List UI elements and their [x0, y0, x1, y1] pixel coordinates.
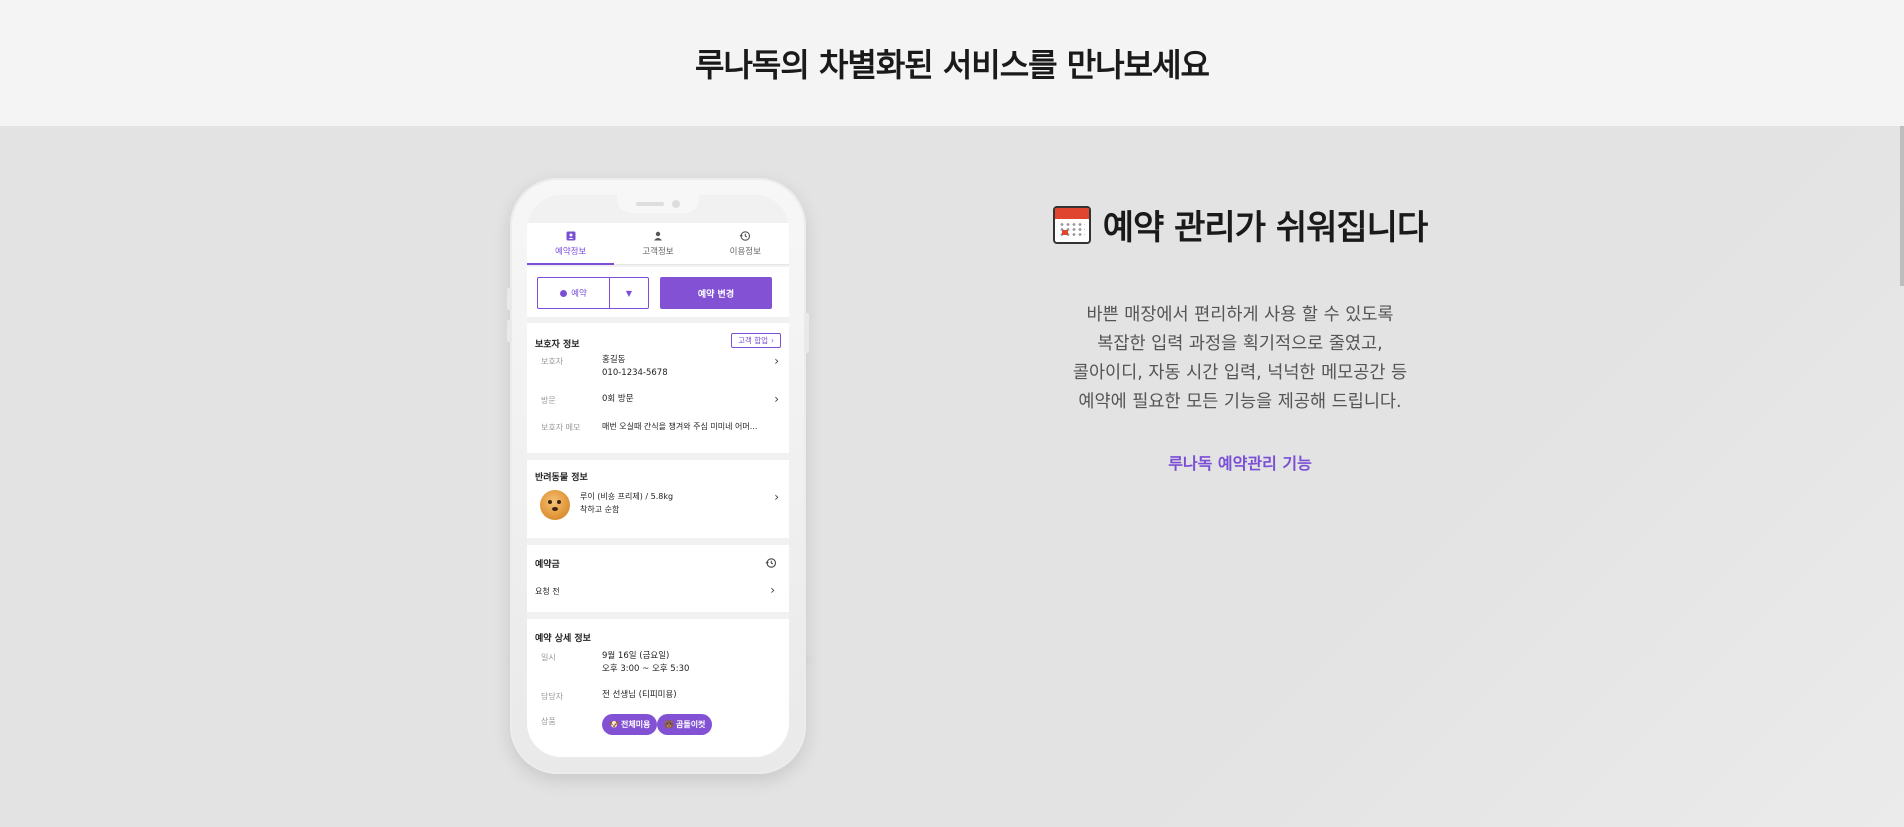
product-pill[interactable]: 🐻 곰돌이컷	[657, 714, 713, 735]
datetime-label: 일시	[541, 653, 556, 662]
detail-card: 예약 상세 정보 일시 9월 16일 (금요일) 오후 3:00 ~ 오후 5:…	[527, 619, 789, 757]
phone-side-button	[507, 320, 512, 342]
guardian-title: 보호자 정보	[535, 340, 580, 350]
pet-avatar	[540, 490, 570, 520]
deposit-status: 요청 전	[535, 587, 560, 596]
detail-title: 예약 상세 정보	[535, 634, 591, 644]
guardian-card: 보호자 정보 고객 합업 › 보호자 홍길동 010-1234-5678 › 방…	[527, 323, 789, 453]
phone-side-button	[507, 288, 512, 310]
tab-reservation-info[interactable]: 예약정보	[527, 223, 615, 265]
chevron-right-icon[interactable]: ›	[774, 392, 779, 406]
bear-icon: 🐻	[664, 720, 674, 729]
status-select[interactable]: 예약 ▼	[537, 277, 649, 309]
guardian-phone: 010-1234-5678	[602, 368, 668, 378]
chevron-right-icon[interactable]: ›	[774, 354, 779, 368]
pill-label: 전체미용	[620, 720, 651, 729]
guardian-label: 보호자	[541, 357, 564, 366]
feature-heading: 예약 관리가 쉬워집니다	[940, 200, 1540, 249]
chevron-right-icon: ›	[771, 336, 774, 345]
section-header: 루나독의 차별화된 서비스를 만나보세요	[0, 0, 1904, 126]
feature-description: 바쁜 매장에서 편리하게 사용 할 수 있도록 복잡한 입력 과정을 획기적으로…	[940, 301, 1540, 417]
phone-notch	[617, 195, 699, 213]
phone-mockup: 예약정보 고객정보 이용정보 예약 ▼ 예약 변경 보호자 정보 고객 합업 ›…	[507, 178, 809, 774]
status-label: 예약	[571, 289, 587, 299]
speaker	[636, 202, 664, 206]
dropdown-arrow-icon[interactable]: ▼	[610, 278, 648, 308]
person-icon	[653, 231, 662, 241]
desc-line: 예약에 필요한 모든 기능을 제공해 드립니다.	[1078, 392, 1402, 412]
feature-block: 예약 관리가 쉬워집니다 바쁜 매장에서 편리하게 사용 할 수 있도록 복잡한…	[940, 200, 1540, 474]
pet-card: 반려동물 정보 루이 (비숑 프리제) / 5.8kg 착하고 순함 ›	[527, 460, 789, 538]
pill-label: 곰돌이컷	[675, 720, 706, 729]
time-value: 오후 3:00 ~ 오후 5:30	[602, 664, 690, 674]
phone-side-button	[804, 313, 809, 353]
date-value: 9월 16일 (금요일)	[602, 651, 670, 661]
product-label: 상품	[541, 717, 556, 726]
reservation-tabs: 예약정보 고객정보 이용정보	[527, 223, 789, 265]
visit-label: 방문	[541, 396, 556, 405]
desc-line: 바쁜 매장에서 편리하게 사용 할 수 있도록	[1086, 305, 1394, 325]
change-reservation-button[interactable]: 예약 변경	[660, 277, 772, 309]
tab-label: 예약정보	[555, 247, 587, 257]
merge-button-label: 고객 합업	[738, 336, 768, 345]
desc-line: 콜아이디, 자동 시간 입력, 넉넉한 메모공간 등	[1072, 363, 1408, 383]
status-value: 예약	[538, 278, 610, 308]
camera	[672, 200, 680, 208]
merge-customer-button[interactable]: 고객 합업 ›	[731, 333, 781, 348]
action-bar: 예약 ▼ 예약 변경	[527, 267, 789, 317]
scrollbar[interactable]	[1900, 126, 1904, 286]
tab-usage-info[interactable]: 이용정보	[702, 223, 789, 264]
staff-label: 담당자	[541, 692, 564, 701]
deposit-title: 예약금	[535, 560, 560, 570]
section-title: 루나독의 차별화된 서비스를 만나보세요	[695, 46, 1210, 84]
tab-customer-info[interactable]: 고객정보	[614, 223, 701, 264]
calendar-icon	[1052, 205, 1091, 244]
chevron-right-icon[interactable]: ›	[774, 490, 779, 504]
guardian-name: 홍길동	[602, 355, 626, 365]
phone-screen: 예약정보 고객정보 이용정보 예약 ▼ 예약 변경 보호자 정보 고객 합업 ›…	[527, 195, 789, 757]
calendar-person-icon	[566, 231, 576, 241]
tab-label: 고객정보	[642, 247, 674, 257]
feature-link[interactable]: 루나독 예약관리 기능	[1168, 450, 1312, 474]
chevron-right-icon[interactable]: ›	[770, 583, 775, 597]
memo-label: 보호자 메모	[541, 423, 581, 432]
tab-label: 이용정보	[729, 247, 761, 257]
pet-title: 반려동물 정보	[535, 473, 588, 483]
dog-icon: 🐶	[609, 720, 619, 729]
staff-value: 전 선생님 (티피미용)	[602, 690, 677, 700]
history-icon	[739, 231, 751, 241]
feature-title: 예약 관리가 쉬워집니다	[1102, 208, 1428, 248]
product-pill[interactable]: 🐶 전체미용	[602, 714, 658, 735]
visit-count: 0회 방문	[602, 394, 634, 404]
memo-value: 매번 오실때 간식을 챙겨와 주심 미미네 어머...	[602, 422, 758, 431]
pet-desc: 착하고 순함	[580, 505, 620, 514]
history-icon[interactable]	[765, 557, 777, 569]
pet-name: 루이 (비숑 프리제) / 5.8kg	[580, 492, 674, 501]
status-dot	[560, 289, 568, 297]
deposit-card: 예약금 요청 전 ›	[527, 545, 789, 612]
desc-line: 복잡한 입력 과정을 획기적으로 줄였고,	[1097, 334, 1383, 354]
